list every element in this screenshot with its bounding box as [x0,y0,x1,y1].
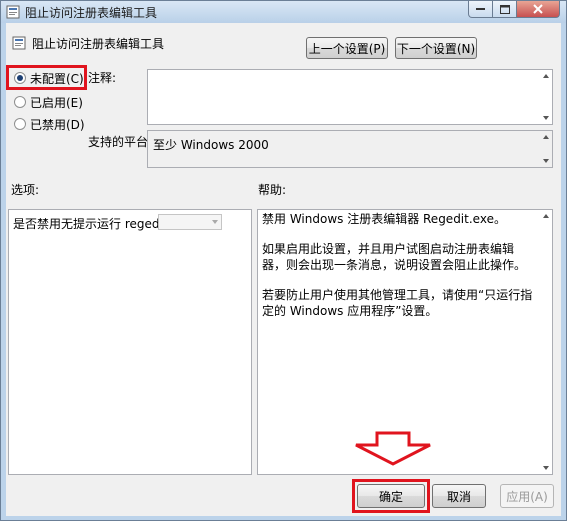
disabled-radio[interactable] [14,118,26,130]
regedit-dropdown[interactable] [158,214,222,230]
maximize-icon [499,4,510,14]
apply-button[interactable]: 应用(A) [500,484,554,508]
maximize-button[interactable] [493,1,517,18]
minimize-icon [476,8,485,10]
options-question: 是否禁用无提示运行 regedit？ [13,217,180,231]
options-label: 选项: [11,183,40,197]
policy-icon [6,5,20,19]
close-icon [533,4,543,14]
close-button[interactable] [517,1,560,18]
dialog-window: 阻止访问注册表编辑工具 阻止访问注册表编辑工具 上一个设置(P) 下一个设置(N… [0,0,567,521]
comment-textarea[interactable] [147,69,553,125]
help-paragraph: 禁用 Windows 注册表编辑器 Regedit.exe。 [262,212,506,226]
policy-setting-icon [12,36,26,50]
platform-value: 至少 Windows 2000 [153,138,269,152]
enabled-radio[interactable] [14,96,26,108]
previous-setting-button[interactable]: 上一个设置(P) [306,37,388,59]
chevron-down-icon [212,220,218,224]
scroll-up-icon[interactable] [543,74,549,78]
arrow-down-icon [355,431,431,466]
window-title: 阻止访问注册表编辑工具 [25,6,158,20]
scroll-up-icon[interactable] [543,135,549,139]
disabled-label[interactable]: 已禁用(D) [30,116,85,133]
scroll-down-icon[interactable] [543,159,549,163]
help-scrollbar[interactable] [541,210,552,474]
help-label: 帮助: [258,183,287,197]
platform-scrollbar[interactable] [541,131,552,167]
policy-name: 阻止访问注册表编辑工具 [32,37,165,51]
comment-scrollbar[interactable] [541,70,552,124]
highlight-box [6,65,87,90]
title-bar[interactable]: 阻止访问注册表编辑工具 [1,1,566,23]
platform-field: 至少 Windows 2000 [147,130,553,168]
cancel-button[interactable]: 取消 [432,484,486,508]
platform-label: 支持的平台: [88,135,153,149]
next-setting-button[interactable]: 下一个设置(N) [395,37,477,59]
dialog-body: 阻止访问注册表编辑工具 上一个设置(P) 下一个设置(N) 未配置(C) 已启用… [6,23,561,516]
scroll-up-icon[interactable] [543,214,549,218]
options-panel: 是否禁用无提示运行 regedit？ [8,209,252,475]
minimize-button[interactable] [468,1,493,18]
help-paragraph: 若要防止用户使用其他管理工具，请使用“只运行指定的 Windows 应用程序”设… [262,288,533,318]
scroll-down-icon[interactable] [543,466,549,470]
help-paragraph: 如果启用此设置，并且用户试图启动注册表编辑器，则会出现一条消息，说明设置会阻止此… [262,242,527,272]
enabled-label[interactable]: 已启用(E) [30,94,83,111]
scroll-down-icon[interactable] [543,116,549,120]
ok-button[interactable]: 确定 [357,484,425,508]
comment-label: 注释: [88,71,117,85]
